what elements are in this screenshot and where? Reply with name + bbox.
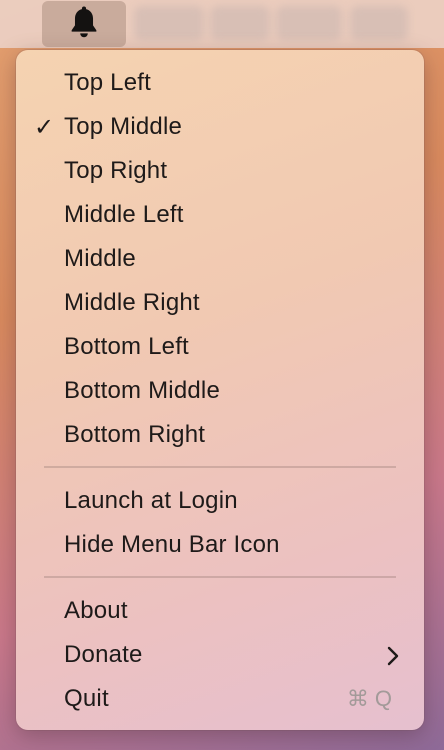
checkmark-icon: ✓ — [34, 113, 55, 141]
menu-item-bottom-left[interactable]: Bottom Left — [16, 325, 424, 369]
menu-item-hide-menu-bar-icon[interactable]: Hide Menu Bar Icon — [16, 523, 424, 567]
menu-item-label: Middle Left — [64, 201, 184, 228]
dropdown-menu: Top Left ✓ Top Middle Top Right Middle L… — [16, 50, 424, 730]
menu-item-donate[interactable]: Donate — [16, 633, 424, 677]
menu-item-top-right[interactable]: Top Right — [16, 149, 424, 193]
menu-item-label: Top Left — [64, 69, 151, 96]
menu-item-label: Top Middle — [64, 113, 183, 140]
menu-item-middle-left[interactable]: Middle Left — [16, 193, 424, 237]
menubar-bell-button[interactable] — [42, 1, 126, 47]
bell-icon — [65, 3, 103, 46]
menu-item-label: Bottom Left — [64, 333, 189, 360]
menu-item-label: Launch at Login — [64, 487, 238, 514]
menubar-status-item[interactable] — [350, 6, 408, 40]
menu-item-label: Quit — [64, 685, 109, 712]
menu-item-about[interactable]: About — [16, 589, 424, 633]
menu-item-top-left[interactable]: Top Left — [16, 61, 424, 105]
menubar-status-item[interactable] — [134, 6, 204, 40]
menu-item-label: Middle Right — [64, 289, 200, 316]
menu-item-label: Donate — [64, 641, 143, 668]
menubar-status-item[interactable] — [276, 6, 342, 40]
menubar-status-item[interactable] — [210, 6, 270, 40]
menu-item-label: Middle — [64, 245, 136, 272]
menu-item-label: Bottom Right — [64, 421, 206, 448]
menu-item-bottom-right[interactable]: Bottom Right — [16, 413, 424, 457]
menu-item-label: About — [64, 597, 128, 624]
menu-item-middle-right[interactable]: Middle Right — [16, 281, 424, 325]
keyboard-shortcut: ⌘Q — [346, 686, 398, 711]
menu-separator — [44, 576, 396, 578]
menu-item-label: Top Right — [64, 157, 168, 184]
chevron-right-icon — [386, 645, 400, 673]
menu-item-quit[interactable]: Quit ⌘Q — [16, 677, 424, 721]
menu-separator — [44, 466, 396, 468]
menu-bar — [0, 0, 444, 48]
menu-item-label: Hide Menu Bar Icon — [64, 531, 280, 558]
menu-item-bottom-middle[interactable]: Bottom Middle — [16, 369, 424, 413]
menu-item-top-middle[interactable]: ✓ Top Middle — [16, 105, 424, 149]
menu-item-middle[interactable]: Middle — [16, 237, 424, 281]
menu-item-launch-at-login[interactable]: Launch at Login — [16, 479, 424, 523]
menu-item-label: Bottom Middle — [64, 377, 220, 404]
